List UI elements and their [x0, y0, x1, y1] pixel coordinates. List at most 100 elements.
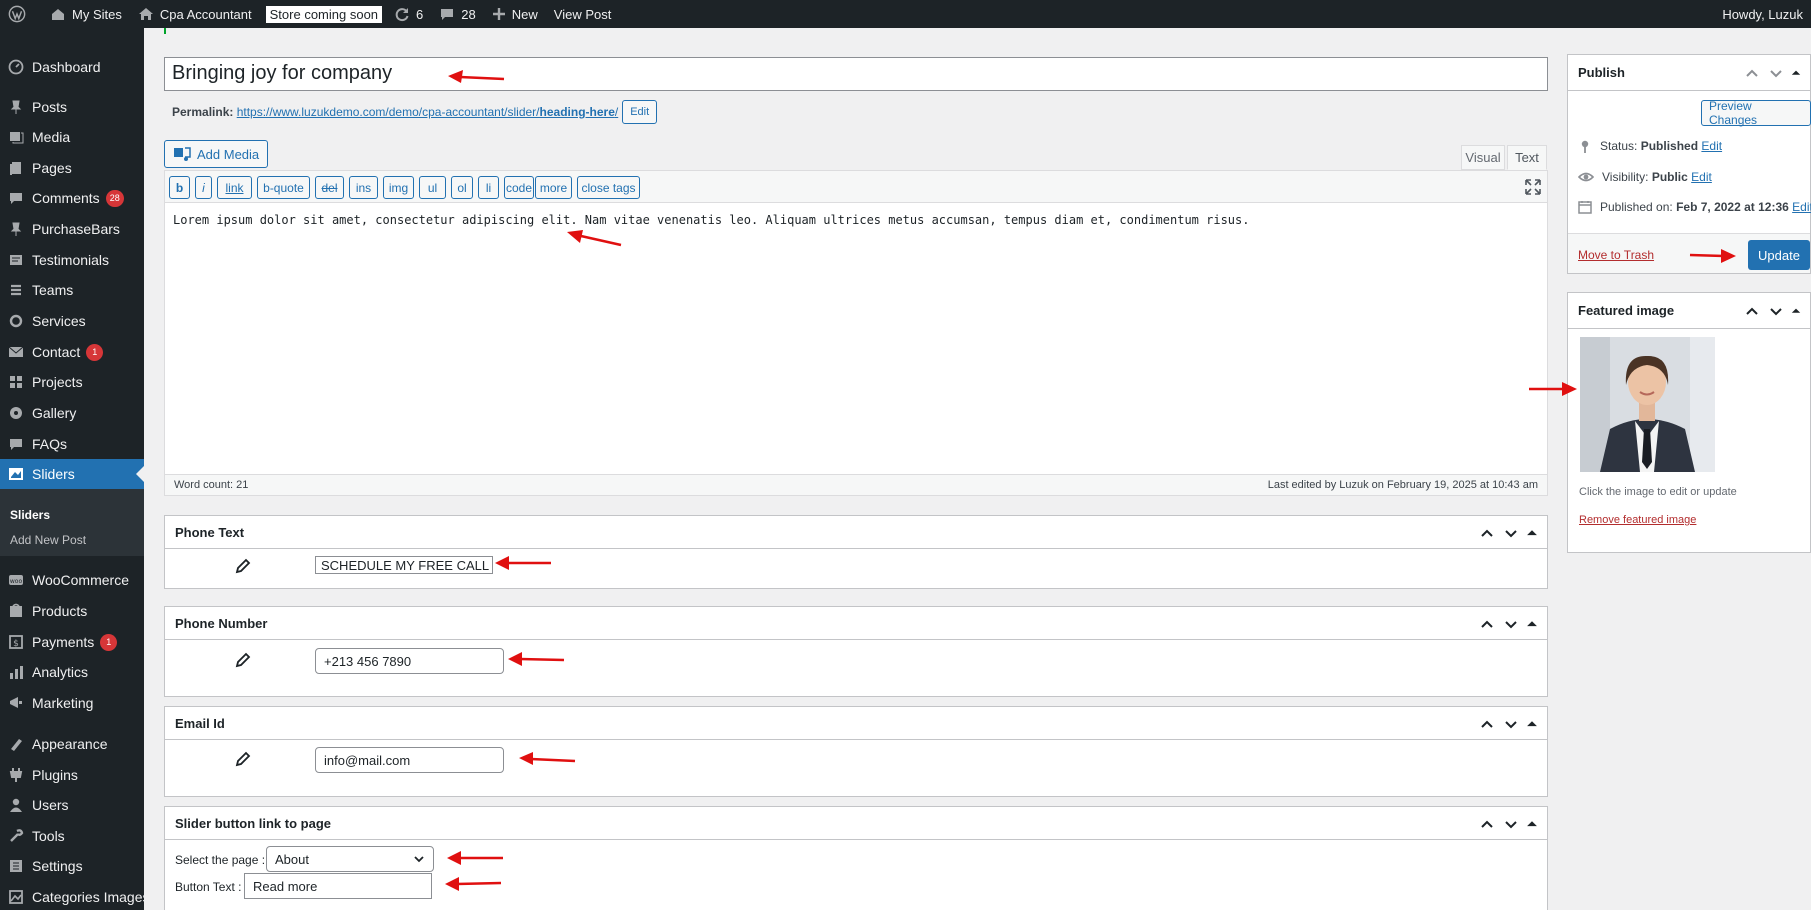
editor-content[interactable]: Lorem ipsum dolor sit amet, consectetur …: [173, 213, 1249, 227]
sidebar-item-posts[interactable]: Posts: [0, 92, 144, 122]
quicktag-ins-button[interactable]: ins: [349, 176, 378, 199]
sidebar-item-payments[interactable]: $ Payments 1: [0, 627, 144, 657]
email-input[interactable]: info@mail.com: [315, 747, 504, 773]
sidebar-item-sliders[interactable]: Sliders: [0, 459, 144, 489]
quicktag-code-button[interactable]: code: [504, 176, 534, 199]
quicktag-li-button[interactable]: li: [478, 176, 499, 199]
sidebar-item-label: WooCommerce: [32, 572, 129, 588]
sidebar-item-settings[interactable]: Settings: [0, 851, 144, 881]
submenu-sliders[interactable]: Sliders: [10, 508, 50, 522]
email-header[interactable]: Email Id: [165, 707, 1547, 740]
site-name-link[interactable]: Cpa Accountant: [130, 0, 260, 28]
update-button[interactable]: Update: [1748, 240, 1810, 270]
sidebar-item-categories-images[interactable]: Categories Images: [0, 882, 144, 910]
sidebar-item-woocommerce[interactable]: woo WooCommerce: [0, 565, 144, 595]
sidebar-item-faqs[interactable]: FAQs: [0, 429, 144, 459]
view-post-link[interactable]: View Post: [546, 0, 620, 28]
store-badge-item[interactable]: Store coming soon: [260, 0, 386, 28]
remove-featured-image-link[interactable]: Remove featured image: [1579, 514, 1696, 526]
chevron-down-icon[interactable]: [1766, 63, 1786, 83]
sidebar-item-pages[interactable]: Pages: [0, 153, 144, 183]
sidebar-item-media[interactable]: Media: [0, 122, 144, 152]
sidebar-item-tools[interactable]: Tools: [0, 821, 144, 851]
sidebar-item-users[interactable]: Users: [0, 790, 144, 820]
permalink-link[interactable]: https://www.luzukdemo.com/demo/cpa-accou…: [237, 105, 619, 119]
post-title-input[interactable]: Bringing joy for company: [164, 57, 1548, 91]
visibility-edit-link[interactable]: Edit: [1691, 170, 1712, 184]
my-sites-link[interactable]: My Sites: [42, 0, 130, 28]
quicktag-more-button[interactable]: more: [535, 176, 572, 199]
chevron-up-icon[interactable]: [1477, 614, 1497, 634]
sidebar-item-services[interactable]: Services: [0, 306, 144, 336]
sidebar-item-dashboard[interactable]: Dashboard: [0, 52, 144, 82]
quicktag-b-button[interactable]: b: [169, 176, 190, 199]
quicktag-b-quote-button[interactable]: b-quote: [257, 176, 310, 199]
comments-link[interactable]: 28: [431, 0, 483, 28]
quicktag-ol-button[interactable]: ol: [451, 176, 473, 199]
button-text-input[interactable]: Read more: [244, 873, 432, 899]
chevron-up-icon[interactable]: [1477, 523, 1497, 543]
select-page-dropdown[interactable]: About: [266, 846, 434, 872]
collapse-triangle-icon[interactable]: [1790, 63, 1802, 83]
sidebar-item-contact[interactable]: Contact 1: [0, 337, 144, 367]
submenu-add-new-post[interactable]: Add New Post: [10, 533, 86, 547]
collapse-triangle-icon[interactable]: [1525, 714, 1539, 734]
sidebar-item-products[interactable]: Products: [0, 596, 144, 626]
sidebar-item-plugins[interactable]: Plugins: [0, 760, 144, 790]
metabox-controls: [1477, 807, 1547, 840]
tab-text[interactable]: Text: [1507, 145, 1547, 170]
fullscreen-icon[interactable]: [1525, 179, 1541, 195]
phone-number-input[interactable]: +213 456 7890: [315, 648, 504, 674]
quicktag-close-tags-button[interactable]: close tags: [577, 176, 640, 199]
sidebar-item-teams[interactable]: Teams: [0, 275, 144, 305]
chevron-up-icon[interactable]: [1477, 714, 1497, 734]
chevron-down-icon[interactable]: [1501, 814, 1521, 834]
email-metabox: Email Id info@mail.com: [164, 706, 1548, 797]
sidebar-item-appearance[interactable]: Appearance: [0, 729, 144, 759]
updates-link[interactable]: 6: [386, 0, 431, 28]
sidebar-item-comments[interactable]: Comments 28: [0, 183, 144, 213]
comment-icon: [441, 9, 454, 20]
quicktag-ul-button[interactable]: ul: [419, 176, 446, 199]
featured-image-thumbnail[interactable]: [1580, 337, 1715, 472]
new-link[interactable]: New: [484, 0, 546, 28]
quicktag-i-button[interactable]: i: [195, 176, 212, 199]
quicktag-img-button[interactable]: img: [383, 176, 414, 199]
tab-visual[interactable]: Visual: [1461, 145, 1505, 170]
chevron-up-icon[interactable]: [1742, 63, 1762, 83]
chevron-up-icon[interactable]: [1477, 814, 1497, 834]
chevron-down-icon[interactable]: [1766, 301, 1786, 321]
status-edit-link[interactable]: Edit: [1701, 139, 1722, 153]
collapse-triangle-icon[interactable]: [1525, 614, 1539, 634]
preview-changes-button[interactable]: Preview Changes: [1701, 99, 1811, 127]
chevron-down-icon[interactable]: [1501, 714, 1521, 734]
phone-number-header[interactable]: Phone Number: [165, 607, 1547, 640]
move-to-trash-link[interactable]: Move to Trash: [1578, 248, 1654, 262]
collapse-triangle-icon[interactable]: [1525, 814, 1539, 834]
wp-logo[interactable]: [0, 0, 42, 28]
slider-link-header[interactable]: Slider button link to page: [165, 807, 1547, 840]
featured-image-header[interactable]: Featured image: [1568, 293, 1810, 329]
sidebar-item-marketing[interactable]: Marketing: [0, 688, 144, 718]
sidebar-item-gallery[interactable]: Gallery: [0, 398, 144, 428]
phone-text-header[interactable]: Phone Text: [165, 516, 1547, 549]
quicktag-del-button[interactable]: del: [315, 176, 344, 199]
quicktag-link-button[interactable]: link: [217, 176, 252, 199]
published-edit-link[interactable]: Edit: [1792, 200, 1811, 214]
permalink-edit-button[interactable]: Edit: [622, 100, 658, 124]
sidebar-item-projects[interactable]: Projects: [0, 367, 144, 397]
sidebar-item-testimonials[interactable]: Testimonials: [0, 245, 144, 275]
howdy-account[interactable]: Howdy, Luzuk: [1714, 0, 1811, 28]
add-media-label: Add Media: [197, 146, 260, 162]
chevron-down-icon[interactable]: [1501, 614, 1521, 634]
phone-text-input[interactable]: SCHEDULE MY FREE CALL: [315, 556, 493, 574]
dashboard-icon: [8, 59, 24, 75]
sidebar-item-purchasebars[interactable]: PurchaseBars: [0, 214, 144, 244]
collapse-triangle-icon[interactable]: [1525, 523, 1539, 543]
add-media-button[interactable]: Add Media: [164, 140, 269, 168]
chevron-up-icon[interactable]: [1742, 301, 1762, 321]
publish-header[interactable]: Publish: [1568, 55, 1810, 91]
sidebar-item-analytics[interactable]: Analytics: [0, 657, 144, 687]
chevron-down-icon[interactable]: [1501, 523, 1521, 543]
collapse-triangle-icon[interactable]: [1790, 301, 1802, 321]
